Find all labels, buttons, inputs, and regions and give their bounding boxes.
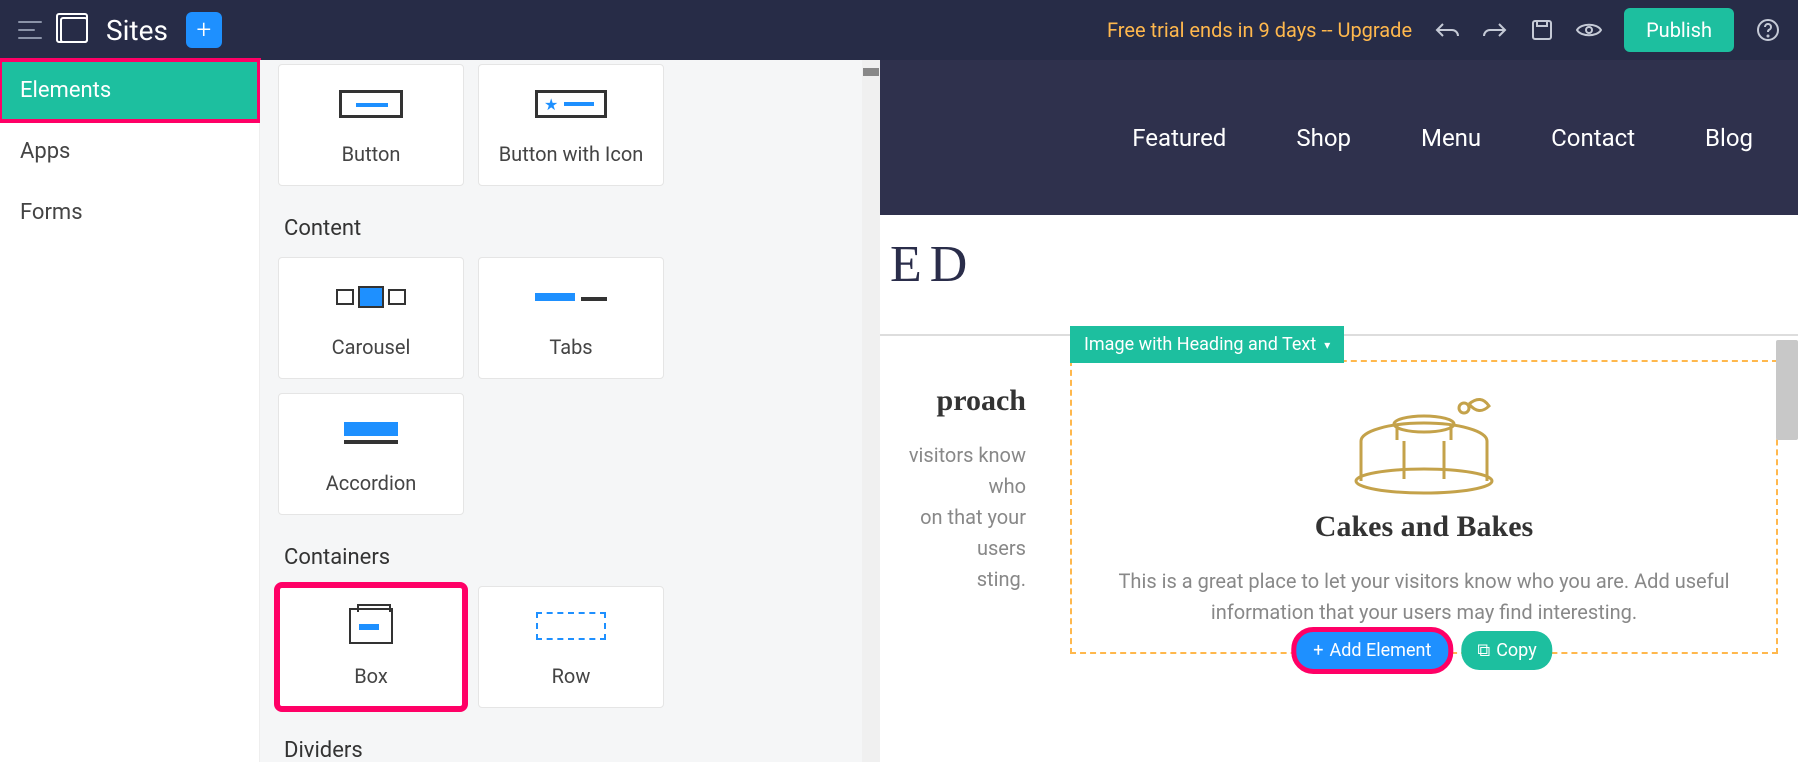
block-label[interactable]: Image with Heading and Text — [1070, 326, 1344, 363]
block-text: This is a great place to let your visito… — [1096, 566, 1752, 628]
carousel-element-icon — [336, 277, 406, 317]
nav-link-featured[interactable]: Featured — [1132, 124, 1226, 152]
site-canvas: Featured Shop Menu Contact Blog ED proac… — [880, 60, 1798, 762]
sidebar-item-elements[interactable]: Elements — [0, 60, 259, 121]
selected-block[interactable]: Image with Heading and Text Cakes and Ba… — [1070, 360, 1778, 654]
element-card-row[interactable]: Row — [478, 586, 664, 708]
button-element-icon — [339, 84, 403, 124]
nav-link-menu[interactable]: Menu — [1421, 124, 1481, 152]
redo-icon[interactable] — [1482, 20, 1508, 40]
element-card-button[interactable]: Button — [278, 64, 464, 186]
element-card-accordion[interactable]: Accordion — [278, 393, 464, 515]
block-heading: Cakes and Bakes — [1096, 510, 1752, 544]
tabs-element-icon — [535, 277, 607, 317]
section-title-containers: Containers — [278, 525, 862, 586]
nav-link-shop[interactable]: Shop — [1296, 124, 1351, 152]
top-bar: Sites + Free trial ends in 9 days -- Upg… — [0, 0, 1798, 60]
help-icon[interactable] — [1756, 18, 1780, 42]
button-icon-element-icon: ★ — [535, 84, 607, 124]
preview-icon[interactable] — [1576, 21, 1602, 39]
section-title-dividers: Dividers — [278, 718, 862, 762]
left-sidebar: Elements Apps Forms — [0, 60, 260, 762]
cake-icon — [1349, 386, 1499, 496]
element-card-box[interactable]: Box — [278, 586, 464, 708]
accordion-element-icon — [344, 413, 398, 453]
nav-link-contact[interactable]: Contact — [1551, 124, 1635, 152]
element-card-carousel[interactable]: Carousel — [278, 257, 464, 379]
panel-scrollbar[interactable] — [862, 60, 880, 762]
hero-title: ED — [880, 215, 1798, 336]
menu-icon[interactable] — [18, 21, 42, 39]
add-element-button[interactable]: +Add Element — [1295, 631, 1449, 670]
sidebar-item-apps[interactable]: Apps — [0, 121, 259, 182]
row-element-icon — [536, 606, 606, 646]
canvas-scrollbar[interactable] — [1776, 340, 1798, 440]
col1-text: visitors know who on that your users sti… — [880, 440, 1026, 595]
plus-icon: + — [1313, 640, 1323, 661]
save-icon[interactable] — [1530, 18, 1554, 42]
section-title-content: Content — [278, 196, 862, 257]
elements-panel: Button ★ Button with Icon Content Carous… — [260, 60, 880, 762]
add-button[interactable]: + — [186, 12, 222, 48]
publish-button[interactable]: Publish — [1624, 8, 1734, 52]
sidebar-item-forms[interactable]: Forms — [0, 182, 259, 243]
copy-icon: ⧉ — [1477, 640, 1490, 661]
col1-heading: proach — [880, 384, 1026, 418]
sites-label: Sites — [106, 14, 168, 47]
undo-icon[interactable] — [1434, 20, 1460, 40]
box-element-icon — [349, 606, 393, 646]
element-card-button-with-icon[interactable]: ★ Button with Icon — [478, 64, 664, 186]
sites-icon[interactable] — [60, 17, 88, 43]
trial-upgrade-link[interactable]: Free trial ends in 9 days -- Upgrade — [1107, 18, 1412, 42]
site-nav: Featured Shop Menu Contact Blog — [880, 60, 1798, 215]
element-card-tabs[interactable]: Tabs — [478, 257, 664, 379]
copy-button[interactable]: ⧉Copy — [1461, 631, 1552, 670]
nav-link-blog[interactable]: Blog — [1705, 124, 1753, 152]
content-column-left: proach visitors know who on that your us… — [880, 360, 1050, 654]
